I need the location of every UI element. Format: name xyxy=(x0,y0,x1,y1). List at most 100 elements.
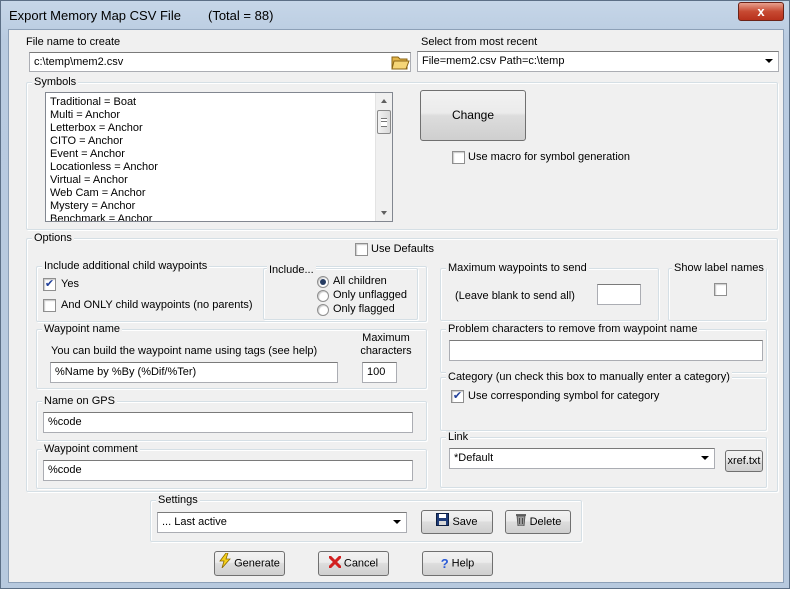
category-checkbox-label: Use corresponding symbol for category xyxy=(468,390,660,402)
settings-group: Settings ... Last active Save Delete xyxy=(150,494,582,542)
symbol-list-item[interactable]: Locationless = Anchor xyxy=(50,161,158,174)
symbol-list-item[interactable]: Multi = Anchor xyxy=(50,109,158,122)
trash-icon xyxy=(515,511,527,533)
max-chars-input[interactable]: 100 xyxy=(362,362,397,383)
close-button[interactable]: x xyxy=(738,2,784,21)
category-checkbox[interactable]: ✔ xyxy=(451,390,464,403)
generate-label: Generate xyxy=(234,557,280,570)
symbol-list-item[interactable]: Event = Anchor xyxy=(50,148,158,161)
radio-all-children-label: All children xyxy=(333,275,387,287)
include-title: Include... xyxy=(267,264,316,276)
waypoint-name-title: Waypoint name xyxy=(42,323,123,335)
child-yes-label: Yes xyxy=(61,278,79,290)
name-on-gps-value: %code xyxy=(48,416,82,428)
symbols-scrollbar[interactable] xyxy=(375,93,392,221)
waypoint-name-input[interactable]: %Name by %By (%Dif/%Ter) xyxy=(50,362,338,383)
name-on-gps-input[interactable]: %code xyxy=(43,412,413,433)
child-yes-checkbox[interactable]: ✔ xyxy=(43,278,56,291)
xref-button[interactable]: xref.txt xyxy=(725,450,763,472)
link-title: Link xyxy=(446,431,471,443)
symbol-list-item[interactable]: Benchmark = Anchor xyxy=(50,213,158,221)
include-group: Include... All children Only unflagged O… xyxy=(263,264,418,320)
chevron-down-icon xyxy=(765,59,773,63)
save-button[interactable]: Save xyxy=(421,510,493,534)
window-title: Export Memory Map CSV File xyxy=(9,8,181,23)
waypoint-name-value: %Name by %By (%Dif/%Ter) xyxy=(55,366,197,378)
use-defaults-checkbox[interactable] xyxy=(355,243,368,256)
child-waypoints-title: Include additional child waypoints xyxy=(42,260,210,272)
recent-value: File=mem2.csv Path=c:\temp xyxy=(422,55,565,67)
folder-open-icon[interactable] xyxy=(390,53,410,71)
symbols-title: Symbols xyxy=(32,76,79,88)
max-waypoints-group: Maximum waypoints to send (Leave blank t… xyxy=(440,262,659,321)
chevron-down-icon xyxy=(701,456,709,460)
lightning-icon xyxy=(219,552,231,575)
save-label: Save xyxy=(452,516,478,528)
waypoint-comment-input[interactable]: %code xyxy=(43,460,413,481)
floppy-disk-icon xyxy=(436,511,450,533)
change-label: Change xyxy=(451,108,495,122)
macro-checkbox[interactable] xyxy=(452,151,465,164)
only-child-checkbox[interactable] xyxy=(43,299,56,312)
help-label: Help xyxy=(451,557,475,570)
cancel-label: Cancel xyxy=(343,557,379,570)
name-on-gps-title: Name on GPS xyxy=(42,395,117,407)
symbols-list[interactable]: Traditional = Boat Multi = Anchor Letterbo… xyxy=(45,92,393,222)
radio-only-unflagged[interactable] xyxy=(317,290,329,302)
generate-button[interactable]: Generate xyxy=(214,551,285,576)
recent-label: Select from most recent xyxy=(421,36,538,48)
file-name-input[interactable]: c:\temp\mem2.csv xyxy=(29,52,411,72)
help-button[interactable]: ? Help xyxy=(422,551,493,576)
max-waypoints-title: Maximum waypoints to send xyxy=(446,262,589,274)
red-x-icon xyxy=(328,552,342,575)
delete-button[interactable]: Delete xyxy=(505,510,571,534)
waypoint-name-help: You can build the waypoint name using ta… xyxy=(51,345,318,357)
total-count: (Total = 88) xyxy=(208,8,274,23)
waypoint-comment-value: %code xyxy=(48,464,82,476)
symbol-list-item[interactable]: Virtual = Anchor xyxy=(50,174,158,187)
symbol-list-item[interactable]: Traditional = Boat xyxy=(50,96,158,109)
file-name-label: File name to create xyxy=(26,36,121,48)
delete-label: Delete xyxy=(529,516,562,528)
options-title: Options xyxy=(32,232,74,244)
symbol-list-item[interactable]: Mystery = Anchor xyxy=(50,200,158,213)
question-mark-icon: ? xyxy=(440,556,449,571)
xref-label: xref.txt xyxy=(727,455,761,467)
cancel-button[interactable]: Cancel xyxy=(318,551,389,576)
settings-select[interactable]: ... Last active xyxy=(157,512,407,533)
symbol-list-item[interactable]: Web Cam = Anchor xyxy=(50,187,158,200)
settings-value: ... Last active xyxy=(162,516,227,528)
macro-label: Use macro for symbol generation xyxy=(468,151,631,163)
problem-chars-title: Problem characters to remove from waypoi… xyxy=(446,323,700,335)
category-title: Category (un check this box to manually … xyxy=(446,371,732,383)
scroll-up-icon[interactable] xyxy=(376,93,392,109)
use-defaults-label: Use Defaults xyxy=(371,243,434,255)
scroll-thumb[interactable] xyxy=(377,110,391,134)
show-label-names-group: Show label names xyxy=(668,262,767,321)
radio-only-unflagged-label: Only unflagged xyxy=(333,289,407,301)
child-waypoints-group: Include additional child waypoints ✔ Yes… xyxy=(36,260,427,322)
link-group: Link *Default xref.txt xyxy=(440,431,767,488)
radio-only-flagged[interactable] xyxy=(317,304,329,316)
max-chars-label-2: characters xyxy=(360,345,412,357)
only-child-label: And ONLY child waypoints (no parents) xyxy=(61,299,253,311)
max-chars-value: 100 xyxy=(367,366,386,378)
show-label-names-checkbox[interactable] xyxy=(714,283,727,296)
settings-title: Settings xyxy=(156,494,200,506)
close-icon: x xyxy=(757,4,765,19)
radio-all-children[interactable] xyxy=(317,276,329,288)
problem-chars-input[interactable] xyxy=(449,340,763,361)
category-group: Category (un check this box to manually … xyxy=(440,371,767,431)
options-group: Options Use Defaults Include additional … xyxy=(26,232,778,492)
scroll-down-icon[interactable] xyxy=(376,205,392,221)
title-bar[interactable]: Export Memory Map CSV File (Total = 88) … xyxy=(1,1,789,29)
show-label-names-title: Show label names xyxy=(672,262,766,274)
max-waypoints-input[interactable] xyxy=(597,284,641,305)
change-button[interactable]: Change xyxy=(420,90,526,141)
recent-select[interactable]: File=mem2.csv Path=c:\temp xyxy=(417,51,779,72)
symbol-list-item[interactable]: Letterbox = Anchor xyxy=(50,122,158,135)
problem-chars-group: Problem characters to remove from waypoi… xyxy=(440,323,767,373)
symbol-list-item[interactable]: CITO = Anchor xyxy=(50,135,158,148)
export-dialog-window: Export Memory Map CSV File (Total = 88) … xyxy=(0,0,790,589)
link-select[interactable]: *Default xyxy=(449,448,715,469)
